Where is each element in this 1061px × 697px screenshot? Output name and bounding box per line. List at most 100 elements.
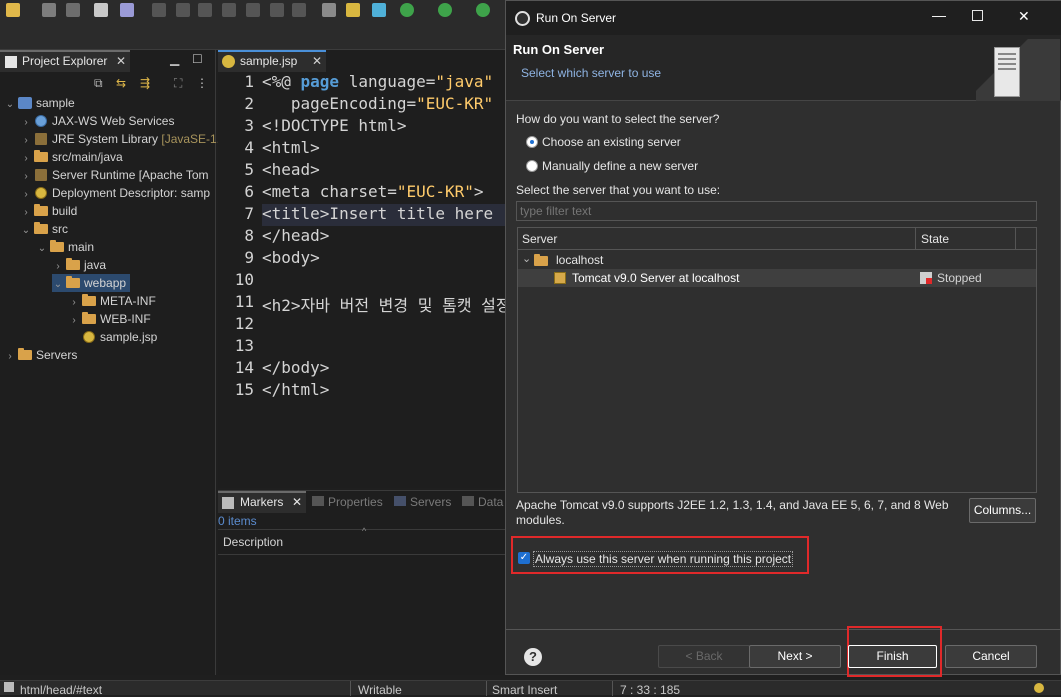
line-number: 2 xyxy=(244,94,254,113)
code-area[interactable]: <%@ page language="java" pageEncoding="E… xyxy=(262,72,508,488)
run-icon[interactable] xyxy=(438,3,452,17)
disconnect-icon[interactable] xyxy=(222,3,236,17)
tree-item-build[interactable]: › build xyxy=(20,202,77,220)
cancel-button[interactable]: Cancel xyxy=(945,645,1037,668)
connect-icon[interactable] xyxy=(372,3,386,17)
tree-item-label: webapp xyxy=(84,276,127,290)
tree-item-servers[interactable]: › Servers xyxy=(4,346,77,364)
dialog-subheading: Select which server to use xyxy=(521,66,662,80)
tree-item-label: Servers xyxy=(36,348,78,362)
tree-item-sample-jsp[interactable]: sample.jsp xyxy=(80,328,157,346)
tab-properties[interactable]: Properties xyxy=(312,495,383,509)
maximize-icon[interactable] xyxy=(972,10,983,21)
server-state: Stopped xyxy=(937,271,982,285)
tree-item-web-inf[interactable]: › WEB-INF xyxy=(68,310,151,328)
filter-icon[interactable]: ⇶ xyxy=(140,76,150,90)
project-explorer-tab[interactable]: Project Explorer ✕ xyxy=(0,50,130,72)
view-menu-icon[interactable]: ⋮ xyxy=(196,76,208,90)
tree-item-java[interactable]: › java xyxy=(52,256,106,274)
tree-item-label: src/main/java xyxy=(52,150,123,164)
project-explorer-icon xyxy=(5,56,17,68)
lightbulb-icon[interactable] xyxy=(1034,683,1044,693)
chevron-down-icon[interactable]: ⌄ xyxy=(52,276,64,294)
minimize-icon[interactable]: — xyxy=(932,7,946,23)
chevron-down-icon[interactable]: ⌄ xyxy=(522,252,531,265)
run-config-icon[interactable] xyxy=(346,3,360,17)
folder-icon xyxy=(34,222,48,234)
tree-item-jre[interactable]: › JRE System Library [JavaSE-1. xyxy=(20,130,220,148)
tree-item-sample[interactable]: ⌄ sample xyxy=(4,94,75,112)
save-all-icon[interactable] xyxy=(66,3,80,17)
resume-icon[interactable] xyxy=(152,3,166,17)
new-icon[interactable] xyxy=(6,3,20,17)
minimize-icon[interactable]: ▁ xyxy=(170,52,179,66)
data-icon xyxy=(462,496,474,506)
description-column-header[interactable]: Description ^ xyxy=(218,526,508,555)
tree-item-label: JAX-WS Web Services xyxy=(52,114,175,128)
help-icon[interactable]: ? xyxy=(524,648,542,666)
chevron-right-icon[interactable]: › xyxy=(4,348,16,366)
tree-item-main[interactable]: ⌄ main xyxy=(36,238,94,256)
step-into-icon[interactable] xyxy=(246,3,260,17)
save-icon[interactable] xyxy=(42,3,56,17)
link-editor-icon[interactable]: ⇆ xyxy=(116,76,126,90)
terminate-icon[interactable] xyxy=(198,3,212,17)
folder-icon xyxy=(18,348,32,360)
chevron-right-icon[interactable]: › xyxy=(68,312,80,330)
server-group-localhost[interactable]: ⌄ localhost xyxy=(518,251,1036,269)
library-icon xyxy=(35,133,47,145)
radio-label: Manually define a new server xyxy=(542,159,699,173)
project-explorer-tab-label: Project Explorer xyxy=(22,54,108,68)
tree-item-jaxws[interactable]: › JAX-WS Web Services xyxy=(20,112,174,130)
terminal-icon[interactable] xyxy=(94,3,108,17)
focus-icon[interactable]: ⛶ xyxy=(174,76,182,91)
maximize-icon[interactable]: ☐ xyxy=(192,52,203,66)
tree-item-src-main-java[interactable]: › src/main/java xyxy=(20,148,123,166)
tree-item-deployment-descriptor[interactable]: › Deployment Descriptor: samp xyxy=(20,184,210,202)
folder-icon xyxy=(66,276,80,288)
step-over-icon[interactable] xyxy=(270,3,284,17)
folder-icon xyxy=(66,258,80,270)
tree-item-server-runtime[interactable]: › Server Runtime [Apache Tom xyxy=(20,166,209,184)
code-text: pageEncoding= xyxy=(262,94,417,113)
divider xyxy=(350,681,351,696)
close-icon[interactable]: ✕ xyxy=(312,54,322,68)
server-filter-input[interactable] xyxy=(516,201,1037,221)
debug-icon[interactable] xyxy=(400,3,414,17)
run-external-icon[interactable] xyxy=(476,3,490,17)
line-number-gutter: 1 2 3 4 5 6 7 8 9 10 11 12 13 14 15 xyxy=(218,72,262,488)
tree-item-label: Server Runtime [Apache Tom xyxy=(52,168,209,182)
code-line-15: </html> xyxy=(262,380,330,399)
chevron-down-icon[interactable]: ⌄ xyxy=(36,240,48,258)
next-button[interactable]: Next > xyxy=(749,645,841,668)
server-row-tomcat[interactable]: Tomcat v9.0 Server at localhost Stopped xyxy=(518,269,1036,287)
collapse-all-icon[interactable]: ⧉ xyxy=(94,76,103,91)
finish-button[interactable]: Finish xyxy=(848,645,937,668)
tree-item-meta-inf[interactable]: › META-INF xyxy=(68,292,156,310)
markers-icon xyxy=(222,497,234,509)
tree-item-webapp[interactable]: ⌄ webapp xyxy=(52,274,131,294)
tab-data[interactable]: Data xyxy=(462,495,503,509)
tab-markers[interactable]: Markers ✕ xyxy=(218,491,306,513)
close-icon[interactable]: ✕ xyxy=(292,495,302,509)
tab-servers[interactable]: Servers xyxy=(394,495,451,509)
editor-tab-label: sample.jsp xyxy=(240,54,298,68)
step-return-icon[interactable] xyxy=(292,3,306,17)
suspend-icon[interactable] xyxy=(176,3,190,17)
column-header-state[interactable]: State xyxy=(916,228,1016,250)
code-line-8: </head> xyxy=(262,226,330,245)
skip-breakpoints-icon[interactable] xyxy=(120,3,134,17)
back-button[interactable]: < Back xyxy=(658,645,750,668)
dialog-title-bar[interactable]: Run On Server — ✕ xyxy=(506,1,1061,35)
chevron-down-icon[interactable]: ⌄ xyxy=(4,96,16,114)
chevron-down-icon[interactable]: ⌄ xyxy=(20,222,32,240)
columns-button[interactable]: Columns... xyxy=(969,498,1036,523)
status-icon xyxy=(4,682,14,692)
toggle-icon[interactable] xyxy=(322,3,336,17)
editor-tab-sample-jsp[interactable]: sample.jsp ✕ xyxy=(218,50,326,72)
close-icon[interactable]: ✕ xyxy=(116,54,126,68)
column-header-server[interactable]: Server xyxy=(518,228,916,250)
editor-panel: sample.jsp ✕ 1 2 3 4 5 6 7 8 9 10 11 12 … xyxy=(218,50,508,488)
tree-item-src[interactable]: ⌄ src xyxy=(20,220,68,238)
close-icon[interactable]: ✕ xyxy=(1018,8,1030,25)
